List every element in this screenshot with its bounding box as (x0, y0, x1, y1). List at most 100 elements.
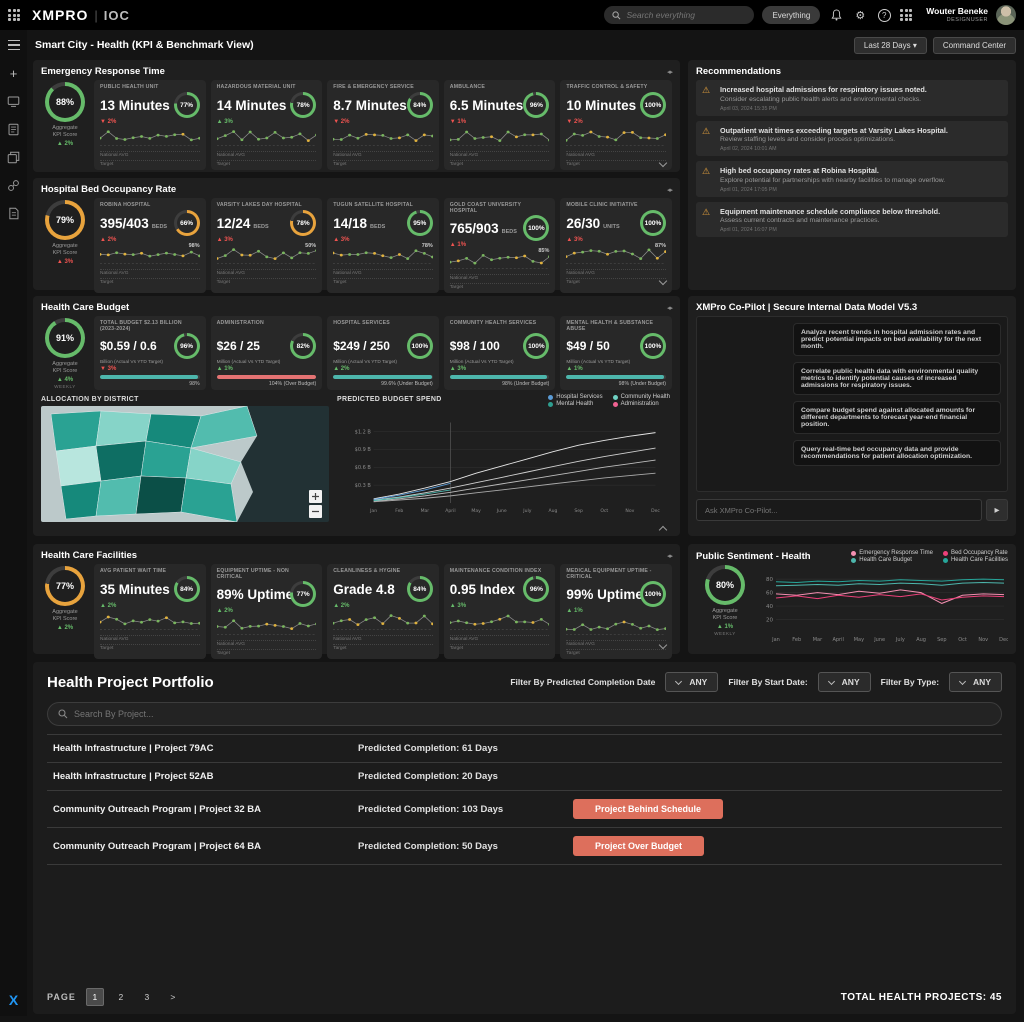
user-avatar[interactable] (996, 5, 1016, 25)
project-row[interactable]: Community Outreach Program | Project 64 … (47, 828, 1002, 865)
filter-dropdown-type[interactable]: ANY (949, 672, 1002, 692)
project-search-input[interactable] (74, 709, 991, 719)
collapse-chevron-icon[interactable] (659, 278, 668, 287)
copilot-suggestion-bubble[interactable]: Query real-time bed occupancy data and p… (793, 440, 1001, 466)
page-2-button[interactable]: 2 (112, 988, 130, 1006)
svg-text:Feb: Feb (395, 508, 403, 514)
kpi-value: 89% Uptime (217, 587, 294, 602)
kpi-score-gauge: 66% (174, 210, 200, 236)
xmpro-x-logo[interactable]: X (9, 992, 18, 1008)
page-3-button[interactable]: 3 (138, 988, 156, 1006)
left-sidebar: + X (0, 30, 27, 1016)
copilot-suggestion-bubble[interactable]: Analyze recent trends in hospital admiss… (793, 323, 1001, 356)
svg-text:June: June (873, 637, 885, 643)
legend-entry: Hospital Services (548, 394, 602, 400)
sparkline-annotation: 85% (538, 248, 549, 254)
apps-grid-icon[interactable] (900, 9, 912, 21)
search-scope-button[interactable]: Everything (762, 6, 820, 24)
aggregate-delta: ▲ 3% (57, 259, 73, 265)
apps-stack-icon[interactable] (7, 150, 21, 164)
warning-icon: ⚠ (702, 85, 710, 96)
recommendation-item[interactable]: ⚠ Outpatient wait times exceeding target… (696, 121, 1008, 157)
add-icon[interactable]: + (7, 66, 21, 80)
recommendation-item[interactable]: ⚠ Equipment maintenance schedule complia… (696, 202, 1008, 238)
section-facilities: Health Care Facilities ◂▸ 77% AggregateK… (33, 544, 680, 654)
recommendation-title: High bed occupancy rates at Robina Hospi… (720, 166, 1002, 175)
project-row[interactable]: Health Infrastructure | Project 79AC Pre… (47, 735, 1002, 763)
warning-icon: ⚠ (702, 207, 710, 218)
kpi-score-gauge: 96% (523, 92, 549, 118)
copilot-input[interactable] (696, 499, 982, 521)
resize-icon[interactable]: ◂▸ (667, 68, 672, 76)
project-status-badge[interactable]: Project Behind Schedule (573, 799, 723, 819)
resize-icon[interactable]: ◂▸ (667, 552, 672, 560)
budget-note: 99.6% (Under Budget) (333, 381, 433, 387)
command-center-button[interactable]: Command Center (933, 37, 1016, 54)
aggregate-delta: ▲ 4% (57, 377, 73, 383)
dashboards-icon[interactable] (7, 94, 21, 108)
lists-icon[interactable] (7, 122, 21, 136)
resize-icon[interactable]: ◂▸ (667, 304, 672, 312)
resize-icon[interactable]: ◂▸ (667, 186, 672, 194)
project-status-badge[interactable]: Project Over Budget (573, 836, 704, 856)
top-bar: XMPRO | IOC Everything ⚙ ? Wouter Beneke… (0, 0, 1024, 30)
recommendation-item[interactable]: ⚠ Increased hospital admissions for resp… (696, 80, 1008, 116)
filter-dropdown-completion[interactable]: ANY (665, 672, 718, 692)
collapse-chevron-icon[interactable] (659, 524, 668, 533)
filter-dropdown-start-date[interactable]: ANY (818, 672, 871, 692)
kpi-delta: ▲ 2% (333, 366, 433, 372)
budget-kpi-card: HOSPITAL SERVICES $249 / 250 100% Millio… (327, 316, 439, 390)
page-next-button[interactable]: > (164, 988, 182, 1006)
recommendation-date: April 01, 2024 16:07 PM (720, 227, 1002, 233)
recommendations-panel: Recommendations ⚠ Increased hospital adm… (688, 60, 1016, 290)
settings-gear-icon[interactable]: ⚙ (852, 7, 868, 23)
link-icon[interactable] (7, 178, 21, 192)
chevron-down-icon (960, 679, 967, 686)
kpi-delta: ▼ 2% (566, 119, 666, 125)
kpi-value: 12/24 (217, 216, 251, 231)
kpi-card: EQUIPMENT UPTIME - NON CRITICAL 89% Upti… (211, 564, 323, 659)
recommendation-item[interactable]: ⚠ High bed occupancy rates at Robina Hos… (696, 161, 1008, 197)
national-avg-row: National AVG (333, 269, 433, 276)
app-launcher-icon[interactable] (8, 9, 20, 21)
copilot-suggestion-bubble[interactable]: Compare budget spend against allocated a… (793, 401, 1001, 434)
district-map[interactable] (41, 406, 329, 522)
project-row[interactable]: Health Infrastructure | Project 52AB Pre… (47, 763, 1002, 791)
global-search-input[interactable] (626, 10, 746, 20)
project-name: Community Outreach Program | Project 32 … (53, 804, 358, 815)
send-icon[interactable]: ▸ (986, 499, 1008, 521)
legend-dot (613, 395, 618, 400)
kpi-value: 99% Uptime (566, 587, 643, 602)
target-row: Target (217, 278, 317, 285)
kpi-label: AVG PATIENT WAIT TIME (100, 568, 200, 575)
notifications-bell-icon[interactable] (828, 7, 844, 23)
user-name: Wouter Beneke (926, 7, 988, 16)
national-avg-row: National AVG (566, 151, 666, 158)
kpi-label: TOTAL BUDGET $2.13 BILLION (2023-2024) (100, 320, 200, 332)
legend-dot (613, 402, 618, 407)
section-title: Recommendations (696, 66, 781, 77)
legend-label: Bed Occupancy Rate (951, 550, 1008, 556)
global-search[interactable] (604, 6, 754, 24)
collapse-chevron-icon[interactable] (659, 160, 668, 169)
svg-text:80: 80 (766, 577, 773, 583)
help-icon[interactable]: ? (876, 7, 892, 23)
aggregate-label: AggregateKPI Score (52, 243, 77, 257)
docs-icon[interactable] (7, 206, 21, 220)
collapse-chevron-icon[interactable] (659, 642, 668, 651)
svg-text:July: July (895, 637, 905, 643)
project-row[interactable]: Community Outreach Program | Project 32 … (47, 791, 1002, 828)
kpi-value: $249 / 250 (333, 339, 390, 353)
kpi-unit: BEDS (502, 229, 517, 235)
project-search[interactable] (47, 702, 1002, 726)
aggregate-delta: ▲ 2% (57, 141, 73, 147)
recommendation-title: Equipment maintenance schedule complianc… (720, 207, 1002, 216)
menu-icon[interactable] (7, 38, 21, 52)
date-range-button[interactable]: Last 28 Days ▾ (854, 37, 927, 54)
kpi-subtitle: Million (Actual Vs YTD Target) (333, 360, 433, 365)
kpi-label: ADMINISTRATION (217, 320, 317, 332)
copilot-suggestion-bubble[interactable]: Correlate public health data with enviro… (793, 362, 1001, 395)
page-1-button[interactable]: 1 (86, 988, 104, 1006)
kpi-score-gauge: 78% (290, 210, 316, 236)
kpi-value: 10 Minutes (566, 98, 636, 113)
